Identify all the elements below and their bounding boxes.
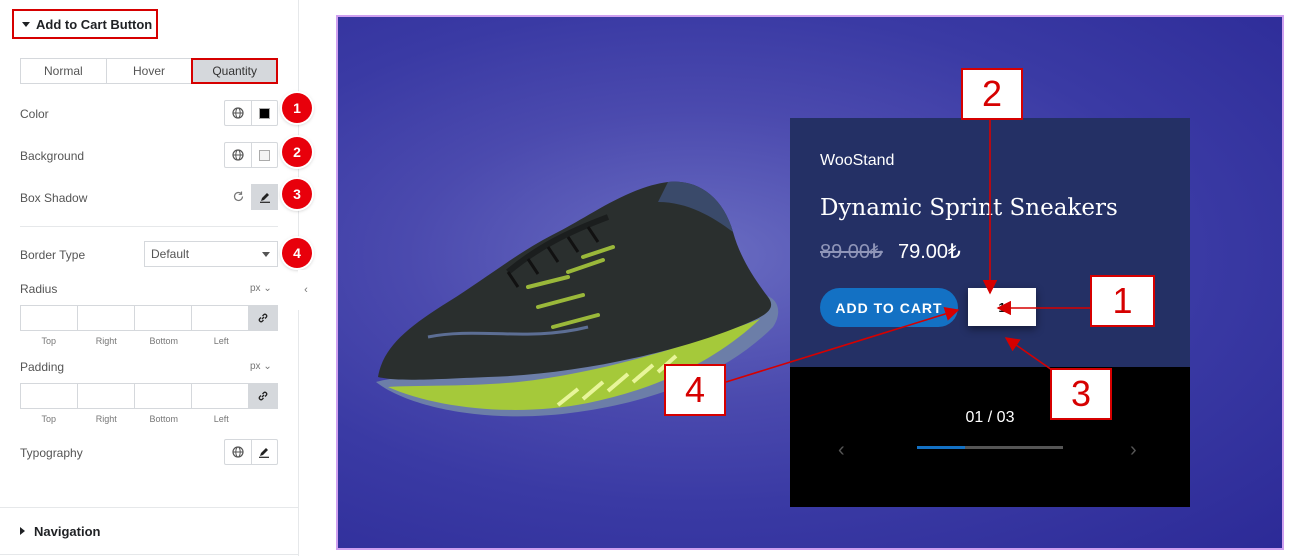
padding-right-input[interactable] — [78, 384, 136, 408]
tab-quantity[interactable]: Quantity — [191, 58, 279, 84]
dim-label-top: Top — [41, 336, 56, 346]
padding-unit: px — [250, 361, 261, 372]
dim-label-top: Top — [41, 414, 56, 424]
settings-panel: Add to Cart Button Normal Hover Quantity… — [0, 0, 312, 556]
typography-control — [224, 439, 278, 465]
radius-top-input[interactable] — [21, 306, 79, 330]
tab-normal[interactable]: Normal — [21, 59, 107, 83]
collapse-panel-handle[interactable]: ‹ — [298, 270, 314, 310]
product-title[interactable]: Dynamic Sprint Sneakers — [820, 195, 1118, 221]
global-typography-button[interactable] — [225, 440, 252, 464]
padding-dimension-labels: Top Right Bottom Left — [20, 414, 250, 424]
annotation-label-4: 4 — [664, 364, 726, 416]
radius-unit-select[interactable]: px ⌄ — [250, 283, 272, 294]
globe-icon — [232, 149, 244, 161]
padding-unit-select[interactable]: px ⌄ — [250, 361, 272, 372]
add-to-cart-button[interactable]: ADD TO CART — [820, 288, 958, 327]
callout-badge-2: 2 — [282, 137, 312, 167]
section-title: Add to Cart Button — [36, 16, 153, 32]
slide-counter: 01 / 03 — [965, 409, 1015, 426]
annotation-label-1: 1 — [1090, 275, 1155, 327]
padding-left-input[interactable] — [192, 384, 250, 408]
typography-label: Typography — [20, 446, 83, 460]
radius-left-input[interactable] — [192, 306, 250, 330]
radius-right-input[interactable] — [78, 306, 136, 330]
slide-progress-fill — [917, 446, 966, 449]
link-values-button[interactable] — [249, 306, 277, 330]
box-shadow-label: Box Shadow — [20, 191, 88, 205]
caret-down-icon — [22, 21, 30, 27]
annotation-label-3: 3 — [1050, 368, 1112, 420]
padding-inputs — [20, 383, 278, 409]
section-header-navigation[interactable]: Navigation — [0, 507, 298, 555]
callout-badge-3: 3 — [282, 179, 312, 209]
global-color-button[interactable] — [225, 101, 252, 125]
annotation-label-2: 2 — [961, 68, 1023, 120]
edit-box-shadow-button[interactable] — [251, 184, 278, 210]
chevron-right-icon[interactable]: › — [1130, 439, 1137, 462]
border-type-label: Border Type — [20, 248, 86, 262]
background-swatch-button[interactable] — [252, 143, 278, 167]
radius-inputs — [20, 305, 278, 331]
sale-price: 79.00₺ — [898, 241, 961, 263]
pencil-icon — [259, 193, 270, 203]
callout-badge-4: 4 — [282, 238, 312, 268]
padding-top-input[interactable] — [21, 384, 79, 408]
link-icon — [258, 313, 268, 323]
navigation-title: Navigation — [34, 523, 101, 539]
dim-label-right: Right — [95, 336, 117, 346]
reset-icon[interactable] — [232, 190, 245, 208]
color-control — [224, 100, 278, 126]
chevron-left-icon: ‹ — [304, 284, 308, 296]
padding-bottom-input[interactable] — [135, 384, 193, 408]
dim-label-bottom: Bottom — [149, 336, 178, 346]
caret-right-icon — [20, 527, 25, 535]
link-values-button[interactable] — [249, 384, 277, 408]
border-type-select[interactable]: Default — [144, 241, 278, 267]
product-info-card: WooStand Dynamic Sprint Sneakers 89.00₺ … — [790, 118, 1190, 367]
style-tabs: Normal Hover Quantity — [20, 58, 279, 84]
color-label: Color — [20, 107, 49, 121]
section-header-add-to-cart[interactable]: Add to Cart Button — [12, 9, 158, 39]
color-swatch-button[interactable] — [252, 101, 278, 125]
dim-label-left: Left — [213, 414, 229, 424]
radius-unit: px — [250, 283, 261, 294]
slide-progress-bar — [917, 446, 1063, 449]
dim-label-bottom: Bottom — [149, 414, 178, 424]
dim-label-left: Left — [213, 336, 229, 346]
radius-label: Radius — [20, 282, 58, 296]
edit-typography-button[interactable] — [252, 440, 278, 464]
radius-bottom-input[interactable] — [135, 306, 193, 330]
product-brand: WooStand — [820, 152, 895, 169]
callout-badge-1: 1 — [282, 93, 312, 123]
quantity-input[interactable]: 1 — [968, 288, 1036, 326]
padding-label: Padding — [20, 360, 65, 374]
globe-icon — [232, 446, 244, 458]
dim-label-right: Right — [95, 414, 117, 424]
background-label: Background — [20, 149, 85, 163]
background-swatch — [258, 149, 270, 161]
chevron-down-icon — [262, 252, 270, 257]
old-price: 89.00₺ — [820, 241, 883, 263]
border-type-value: Default — [151, 247, 190, 261]
globe-icon — [232, 107, 244, 119]
tab-hover[interactable]: Hover — [106, 59, 193, 83]
divider — [20, 226, 278, 227]
pencil-icon — [259, 448, 270, 458]
global-background-button[interactable] — [225, 143, 252, 167]
chevron-left-icon[interactable]: ‹ — [838, 439, 845, 462]
link-icon — [258, 391, 268, 401]
slider-navigation: 01 / 03 ‹ › — [790, 367, 1190, 507]
background-control — [224, 142, 278, 168]
color-swatch — [258, 107, 270, 119]
radius-dimension-labels: Top Right Bottom Left — [20, 336, 250, 346]
